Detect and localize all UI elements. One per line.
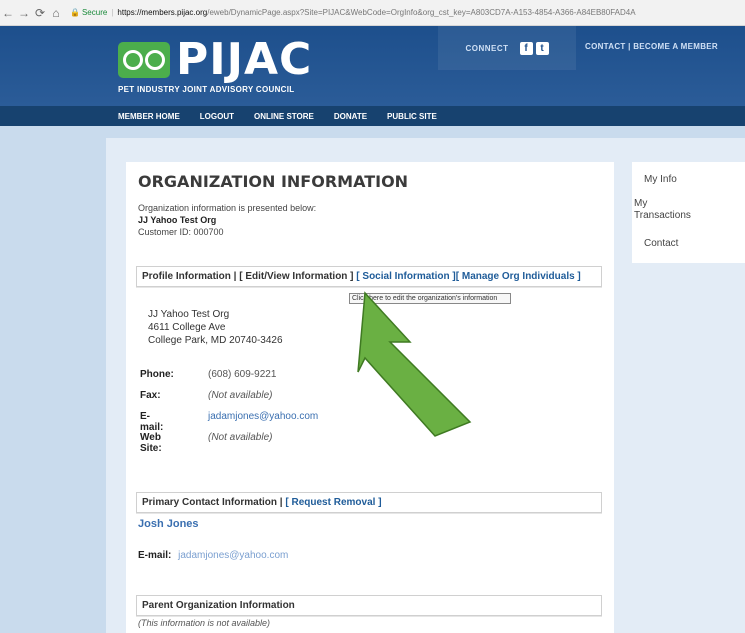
address-line: 4611 College Ave [148,322,226,333]
page-title: ORGANIZATION INFORMATION [138,172,409,191]
nav-member-home[interactable]: MEMBER HOME [118,112,180,121]
intro-block: Organization information is presented be… [138,202,316,238]
logo-subtitle: PET INDUSTRY JOINT ADVISORY COUNCIL [118,85,295,94]
primary-contact-header: Primary Contact Information | [ Request … [136,492,602,513]
profile-section-label: Profile Information | [142,271,237,282]
forward-icon[interactable]: → [16,6,32,20]
nav-logout[interactable]: LOGOUT [200,112,234,121]
home-icon[interactable]: ⌂ [48,6,64,20]
customer-id: Customer ID: 000700 [138,227,224,237]
logo-mark-icon [118,42,170,78]
contact-email-label: E-mail: [138,550,172,561]
edit-tooltip: Click here to edit the organization's in… [349,293,511,304]
fax-label: Fax: [140,390,161,401]
pijac-logo[interactable]: PIJAC [118,34,313,85]
website-value: (Not available) [208,432,273,443]
parent-org-header: Parent Organization Information [136,595,602,616]
parent-org-label: Parent Organization Information [142,600,295,611]
intro-text: Organization information is presented be… [138,203,317,213]
email-link[interactable]: jadamjones@yahoo.com [208,411,318,422]
edit-view-information-link[interactable]: [ Edit/View Information ] [239,271,353,282]
sidebar-panel: My Info My Transactions Contact [632,162,745,263]
nav-donate[interactable]: DONATE [334,112,367,121]
social-information-link[interactable]: [ Social Information ] [356,271,455,282]
member-nav: MEMBER HOME LOGOUT ONLINE STORE DONATE P… [0,106,745,126]
sidebar-item-my-info[interactable]: My Info [644,174,677,186]
back-icon[interactable]: ← [0,6,16,20]
primary-contact-email-row: E-mail: jadamjones@yahoo.com [138,550,288,561]
parent-org-note: (This information is not available) [138,618,271,628]
logo-text: PIJAC [176,34,313,85]
primary-contact-name[interactable]: Josh Jones [138,518,199,530]
phone-value: (608) 609-9221 [208,369,277,380]
address-line: College Park, MD 20740-3426 [148,335,283,346]
manage-org-individuals-link[interactable]: [ Manage Org Individuals ] [456,271,581,282]
profile-section-header: Profile Information | [ Edit/View Inform… [136,266,602,287]
twitter-icon[interactable]: t [535,41,549,55]
org-address: JJ Yahoo Test Org 4611 College Ave Colle… [148,308,283,347]
nav-public-site[interactable]: PUBLIC SITE [387,112,437,121]
connect-box: CONNECT f t [438,26,576,70]
reload-icon[interactable]: ⟳ [32,6,48,20]
primary-contact-label: Primary Contact Information | [142,497,283,508]
phone-label: Phone: [140,369,174,380]
website-label: Web Site: [140,432,162,454]
browser-toolbar: ← → ⟳ ⌂ 🔒 Secure | https://members.pijac… [0,0,745,26]
main-panel: ORGANIZATION INFORMATION Organization in… [126,162,614,633]
lock-icon: 🔒 [70,8,80,17]
secure-label: Secure [81,8,108,17]
fax-value: (Not available) [208,390,273,401]
url-path: /eweb/DynamicPage.aspx?Site=PIJAC&WebCod… [207,8,636,17]
site-header: PIJAC PET INDUSTRY JOINT ADVISORY COUNCI… [0,26,745,106]
org-name: JJ Yahoo Test Org [138,215,217,225]
address-line: JJ Yahoo Test Org [148,309,230,320]
address-bar[interactable]: 🔒 Secure | https://members.pijac.org/ewe… [70,8,636,17]
sidebar-item-my-transactions[interactable]: My Transactions [634,198,704,222]
contact-email-link[interactable]: jadamjones@yahoo.com [178,550,288,561]
email-label: E-mail: [140,411,164,433]
sidebar-item-contact[interactable]: Contact [644,238,678,250]
url-host: https://members.pijac.org [117,8,208,17]
nav-online-store[interactable]: ONLINE STORE [254,112,314,121]
top-links[interactable]: CONTACT | BECOME A MEMBER [585,42,718,51]
facebook-icon[interactable]: f [519,41,533,55]
request-removal-link[interactable]: [ Request Removal ] [285,497,381,508]
connect-label: CONNECT [465,43,509,53]
